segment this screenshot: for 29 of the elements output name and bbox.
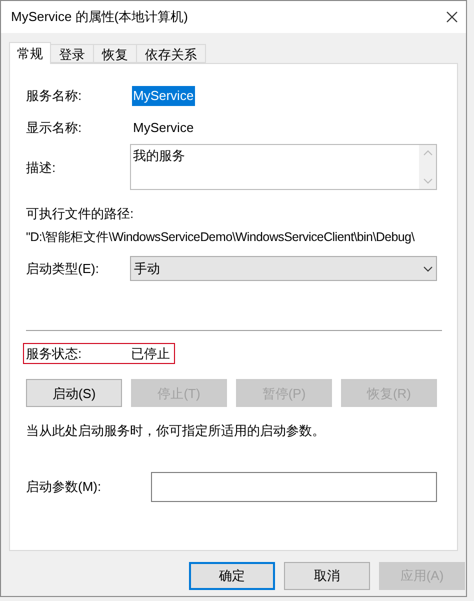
tab[interactable]: 依存关系	[137, 44, 206, 63]
field-label: 启动参数(M):	[26, 478, 102, 496]
close-icon[interactable]	[446, 11, 458, 23]
status-value: 已停止	[131, 345, 170, 363]
field-label: 描述:	[26, 159, 57, 177]
hint-text: 当从此处启动服务时，你可指定所适用的启动参数。	[26, 422, 326, 440]
start-params-field[interactable]	[150, 472, 437, 502]
scroll-down-icon	[422, 178, 432, 184]
display-name-value: MyService	[133, 119, 194, 138]
tab[interactable]: 登录	[51, 44, 94, 63]
chevron-down-icon	[423, 266, 433, 272]
description-text: 我的服务	[132, 147, 186, 165]
dialog-button[interactable]: 取消	[284, 562, 370, 590]
service-name-value: MyService	[132, 86, 195, 106]
startup-type-dropdown[interactable]: 手动	[130, 256, 437, 282]
tab[interactable]: 常规	[9, 42, 51, 64]
window-title: MyService 的属性(本地计算机)	[11, 8, 188, 26]
path-label: 可执行文件的路径:	[26, 205, 135, 223]
status-label: 服务状态:	[26, 345, 83, 363]
field-label: 显示名称:	[26, 119, 83, 138]
service-control-button[interactable]: 启动(S)	[26, 379, 122, 408]
scrollbar[interactable]	[419, 145, 436, 189]
tab[interactable]: 恢复	[94, 44, 137, 63]
field-label: 服务名称:	[26, 87, 83, 106]
description-field[interactable]: 我的服务	[130, 144, 437, 190]
dialog-button[interactable]: 确定	[189, 562, 275, 590]
scroll-up-icon	[422, 150, 432, 156]
field-label: 启动类型(E):	[26, 260, 100, 278]
path-value: "D:\智能柜文件\WindowsServiceDemo\WindowsServiceClient\bin\Debug\	[26, 228, 416, 246]
